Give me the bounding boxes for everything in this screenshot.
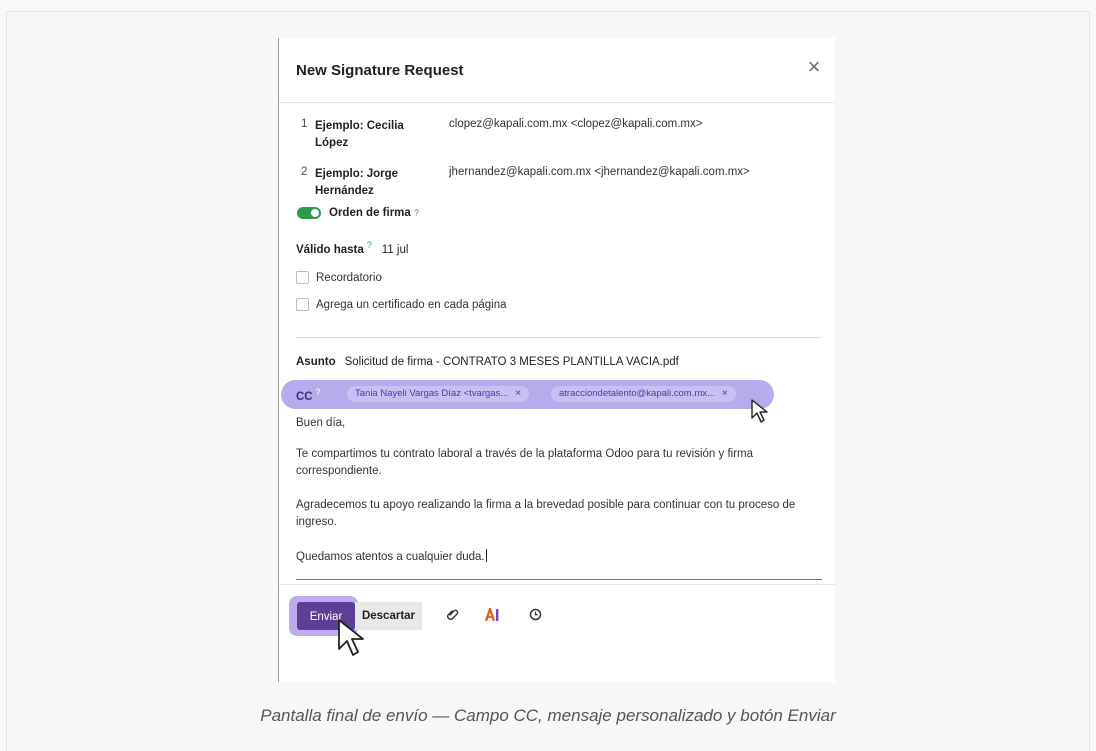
text-caret	[485, 549, 487, 562]
signer-name: Ejemplo: Cecilia López	[315, 120, 404, 149]
message-line[interactable]: Quedamos atentos a cualquier duda.	[296, 549, 826, 566]
valid-until-row: Válido hasta? 11 jul	[296, 240, 408, 256]
signer-name: Ejemplo: Jorge Hernández	[315, 168, 399, 197]
message-line[interactable]: Buen día,	[296, 415, 826, 432]
subject-input[interactable]: Solicitud de firma - CONTRATO 3 MESES PL…	[345, 356, 679, 368]
signing-order-toggle[interactable]	[297, 207, 321, 219]
clock-icon[interactable]	[527, 608, 543, 624]
ai-icon[interactable]	[484, 605, 501, 624]
signing-order-row: Orden de firma ?	[297, 207, 419, 219]
certificate-row: Agrega un certificado en cada página	[296, 298, 507, 311]
valid-until-value[interactable]: 11 jul	[382, 244, 409, 256]
signer-row: 2 Ejemplo: Jorge Hernández jhernandez@ka…	[301, 166, 821, 200]
help-icon[interactable]: ?	[367, 240, 372, 250]
remove-chip-icon[interactable]: ×	[515, 388, 521, 399]
subject-row: Asunto Solicitud de firma - CONTRATO 3 ME…	[296, 356, 679, 368]
divider	[296, 337, 821, 338]
paperclip-icon[interactable]	[445, 608, 461, 624]
signature-request-dialog: New Signature Request × 1 Ejemplo: Cecil…	[278, 38, 835, 682]
cc-chip[interactable]: atracciondetalento@kapali.com.mx... ×	[551, 386, 736, 402]
cc-chip[interactable]: Tania Nayeli Vargas Díaz <tvargas... ×	[347, 386, 530, 402]
valid-until-label: Válido hasta	[296, 243, 364, 256]
mouse-cursor-icon	[751, 399, 768, 423]
reminder-checkbox[interactable]	[296, 271, 309, 284]
certificate-checkbox[interactable]	[296, 298, 309, 311]
reminder-row: Recordatorio	[296, 271, 382, 284]
certificate-label: Agrega un certificado en cada página	[316, 298, 507, 311]
reminder-label: Recordatorio	[316, 271, 382, 284]
signing-order-label: Orden de firma	[329, 207, 411, 219]
close-icon[interactable]: ×	[803, 56, 825, 78]
message-line[interactable]: Agradecemos tu apoyo realizando la firma…	[296, 497, 826, 531]
figure-caption: Pantalla final de envío — Campo CC, mens…	[260, 706, 836, 725]
signer-row: 1 Ejemplo: Cecilia López clopez@kapali.c…	[301, 118, 821, 152]
message-line[interactable]: Te compartimos tu contrato laboral a tra…	[296, 446, 826, 480]
signer-email[interactable]: jhernandez@kapali.com.mx <jhernandez@kap…	[449, 166, 750, 178]
mouse-cursor-icon	[338, 619, 364, 656]
divider	[279, 584, 835, 585]
signer-email[interactable]: clopez@kapali.com.mx <clopez@kapali.com.…	[449, 118, 702, 130]
signer-index: 2	[301, 166, 308, 178]
subject-label: Asunto	[296, 356, 336, 368]
help-icon[interactable]: ?	[414, 208, 419, 218]
dialog-header: New Signature Request ×	[279, 38, 835, 102]
cc-label: CC?	[296, 387, 321, 403]
divider	[279, 102, 835, 103]
dialog-title: New Signature Request	[296, 62, 464, 79]
signer-index: 1	[301, 118, 308, 130]
help-icon[interactable]: ?	[316, 387, 321, 397]
editor-underline	[296, 579, 822, 580]
remove-chip-icon[interactable]: ×	[722, 388, 728, 399]
